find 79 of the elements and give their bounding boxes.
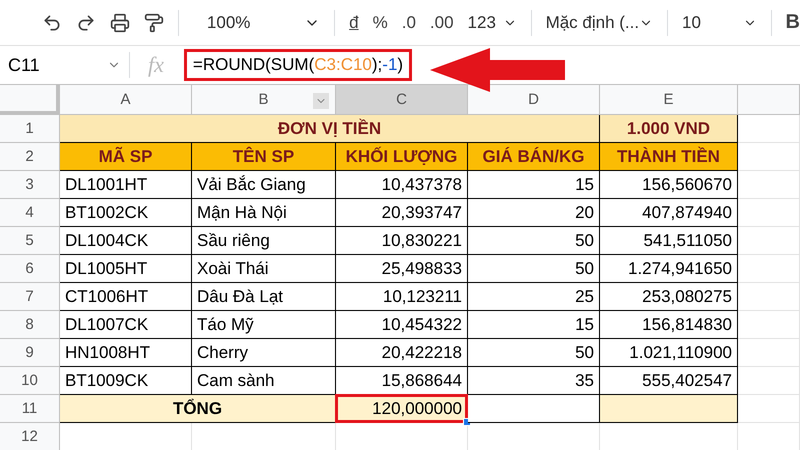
name-box[interactable]: C11 — [0, 52, 130, 78]
table-cell: Sầu riêng — [192, 227, 336, 255]
table-cell: 50 — [468, 227, 600, 255]
table-cell: HN1008HT — [60, 339, 192, 367]
table-cell: Mận Hà Nội — [192, 199, 336, 227]
column-heading: TÊN SP — [192, 143, 336, 171]
table-cell: DL1007CK — [60, 311, 192, 339]
number-format-dropdown[interactable]: 123 — [468, 12, 517, 32]
table-cell: 25 — [468, 283, 600, 311]
total-cell[interactable]: 120,000000 — [336, 395, 468, 423]
table-cell: 1.021,110900 — [600, 339, 738, 367]
print-icon[interactable] — [110, 12, 130, 34]
row-header[interactable]: 1 — [0, 115, 60, 143]
column-heading: MÃ SP — [60, 143, 192, 171]
paint-format-icon[interactable] — [144, 12, 164, 34]
increase-decimal-button[interactable]: .00 — [430, 12, 454, 32]
row-header[interactable]: 2 — [0, 143, 60, 171]
currency-button[interactable]: đ — [349, 12, 359, 32]
zoom-dropdown[interactable]: 100% — [192, 12, 320, 32]
formula-field[interactable]: =ROUND(SUM(C3:C10);-1) — [184, 49, 412, 81]
row-header[interactable]: 3 — [0, 171, 60, 199]
decrease-decimal-button[interactable]: .0 — [402, 12, 416, 32]
table-cell: ĐƠN VỊ TIỀN — [60, 115, 600, 143]
row-header[interactable]: 7 — [0, 283, 60, 311]
total-label: TỔNG — [60, 395, 336, 423]
table-cell: DL1005HT — [60, 255, 192, 283]
column-header[interactable]: A — [60, 85, 192, 115]
row-header[interactable]: 8 — [0, 311, 60, 339]
table-cell: 253,080275 — [600, 283, 738, 311]
table-cell: BT1002CK — [60, 199, 192, 227]
row-header[interactable]: 4 — [0, 199, 60, 227]
fx-label: fx — [148, 52, 164, 78]
table-cell: 541,511050 — [600, 227, 738, 255]
table-cell: 25,498833 — [336, 255, 468, 283]
table-cell: BT1009CK — [60, 367, 192, 395]
percent-button[interactable]: % — [372, 12, 388, 32]
table-cell: 35 — [468, 367, 600, 395]
table-cell: 10,830221 — [336, 227, 468, 255]
column-header[interactable]: E — [600, 85, 738, 115]
row-header[interactable]: 5 — [0, 227, 60, 255]
column-header[interactable]: D — [468, 85, 600, 115]
table-cell: 407,874940 — [600, 199, 738, 227]
table-cell: Cherry — [192, 339, 336, 367]
table-cell: 50 — [468, 339, 600, 367]
row-header[interactable]: 10 — [0, 367, 60, 395]
table-cell: Cam sành — [192, 367, 336, 395]
table-cell: 1.274,941650 — [600, 255, 738, 283]
table-cell: Dâu Đà Lạt — [192, 283, 336, 311]
table-cell: 1.000 VND — [600, 115, 738, 143]
table-cell: 10,454322 — [336, 311, 468, 339]
table-cell: Xoài Thái — [192, 255, 336, 283]
table-cell: 50 — [468, 255, 600, 283]
table-cell: 20,393747 — [336, 199, 468, 227]
column-heading: KHỐI LƯỢNG — [336, 143, 468, 171]
table-cell: 15 — [468, 311, 600, 339]
column-header[interactable]: C — [336, 85, 468, 115]
table-cell: Táo Mỹ — [192, 311, 336, 339]
column-heading: GIÁ BÁN/KG — [468, 143, 600, 171]
column-header[interactable]: B — [192, 85, 336, 115]
row-header[interactable]: 9 — [0, 339, 60, 367]
table-cell: 20 — [468, 199, 600, 227]
font-size-dropdown[interactable]: 10 — [682, 12, 757, 32]
bold-button[interactable]: B — [786, 11, 800, 34]
row-header[interactable]: 6 — [0, 255, 60, 283]
table-cell: DL1001HT — [60, 171, 192, 199]
row-header[interactable]: 12 — [0, 423, 60, 450]
column-heading: THÀNH TIỀN — [600, 143, 738, 171]
table-cell: 20,422218 — [336, 339, 468, 367]
font-dropdown[interactable]: Mặc định (... — [546, 12, 654, 32]
table-cell: Vải Bắc Giang — [192, 171, 336, 199]
table-cell: 555,402547 — [600, 367, 738, 395]
table-cell: 15 — [468, 171, 600, 199]
row-header[interactable]: 11 — [0, 395, 60, 423]
table-cell: 156,560670 — [600, 171, 738, 199]
table-cell: 10,123211 — [336, 283, 468, 311]
table-cell: 10,437378 — [336, 171, 468, 199]
table-cell: DL1004CK — [60, 227, 192, 255]
table-cell: 156,814830 — [600, 311, 738, 339]
table-cell: CT1006HT — [60, 283, 192, 311]
